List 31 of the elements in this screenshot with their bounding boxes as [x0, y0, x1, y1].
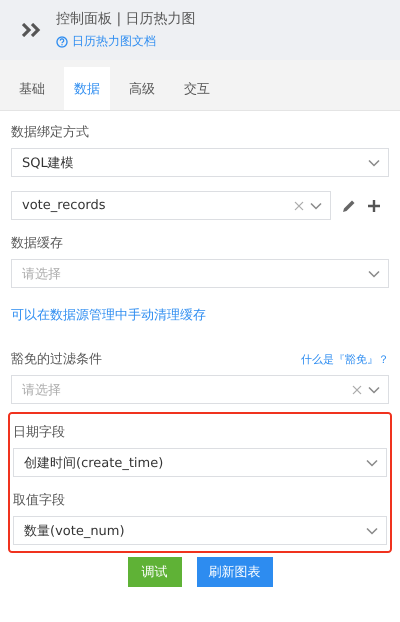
select-field[interactable]: 创建时间(create_time): [13, 448, 387, 477]
pencil-icon[interactable]: [341, 198, 357, 214]
field-label: 数据缓存: [11, 235, 63, 252]
tab[interactable]: 交互: [174, 67, 220, 110]
tab[interactable]: 高级: [119, 67, 165, 110]
chevron-down-icon: [368, 158, 380, 166]
chevron-down-icon: [366, 526, 378, 534]
field-label: 豁免的过滤条件: [11, 351, 102, 368]
tab[interactable]: 数据: [64, 67, 110, 110]
refresh-button[interactable]: 刷新图表: [196, 557, 272, 587]
field-label: 取值字段: [13, 492, 65, 509]
select-field[interactable]: vote_records: [11, 191, 331, 220]
panel-title: 控制面板 | 日历热力图: [56, 10, 196, 28]
doc-link[interactable]: 日历热力图文档: [56, 33, 196, 50]
chevron-down-icon: [310, 202, 322, 210]
chevron-down-icon: [368, 270, 380, 278]
tab[interactable]: 基础: [9, 67, 55, 110]
help-link[interactable]: 什么是『豁免』？: [301, 352, 389, 366]
select-field[interactable]: 请选择: [11, 375, 389, 404]
select-field[interactable]: 数量(vote_num): [13, 516, 387, 545]
field-label: 数据绑定方式: [11, 124, 89, 141]
select-field[interactable]: 请选择: [11, 259, 389, 288]
double-chevron-icon[interactable]: [22, 23, 42, 37]
field-label: 日期字段: [13, 424, 65, 441]
plus-icon[interactable]: [367, 198, 381, 212]
select-field[interactable]: SQL建模: [11, 148, 389, 177]
chevron-down-icon: [368, 386, 380, 394]
debug-button[interactable]: 调试: [128, 557, 182, 587]
chevron-down-icon: [366, 458, 378, 466]
cache-hint-link[interactable]: 可以在数据源管理中手动清理缓存: [11, 306, 389, 324]
help-icon: [56, 36, 68, 48]
